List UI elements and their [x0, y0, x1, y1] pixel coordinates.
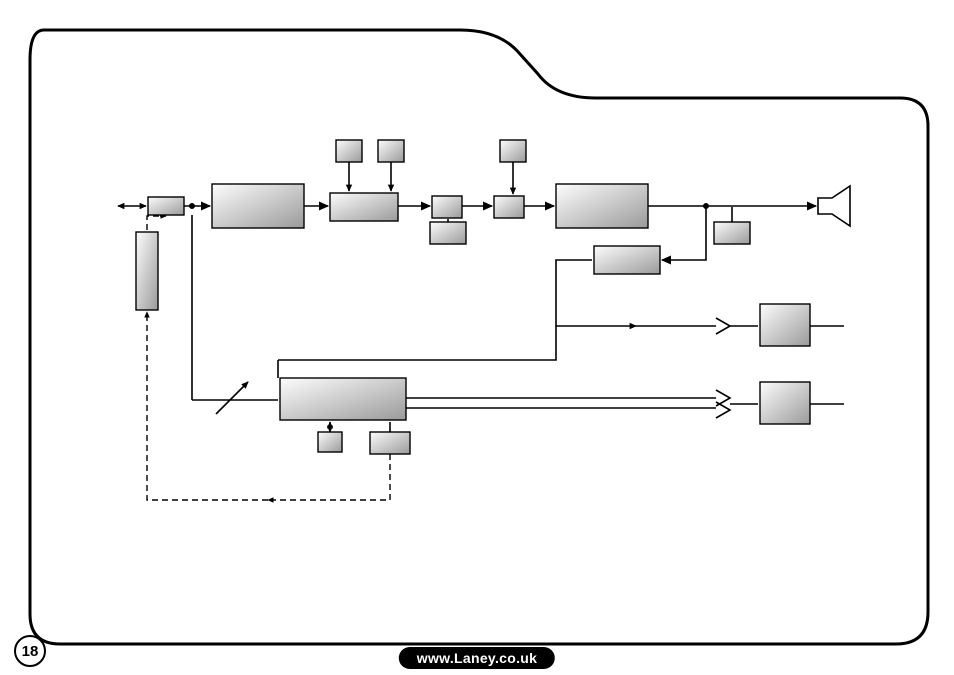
block-vert-return	[136, 232, 158, 310]
footer-url-pill: www.Laney.co.uk	[399, 647, 555, 669]
block-a-preamp	[212, 184, 304, 228]
footer-url: www.Laney.co.uk	[417, 650, 537, 666]
block-out-1	[760, 304, 810, 346]
block-c	[432, 196, 462, 218]
ctrl-bot-mid	[430, 222, 466, 244]
block-b-eq	[330, 193, 398, 221]
block-out-2	[760, 382, 810, 424]
ctrl-bot-e	[714, 222, 750, 244]
speaker-icon	[818, 186, 850, 226]
block-e-power	[556, 184, 648, 228]
ctrl-top-1	[336, 140, 362, 162]
ctrl-top-2	[378, 140, 404, 162]
page-number: 18	[22, 643, 39, 660]
diagram-canvas	[0, 0, 954, 675]
ctrl-send-2	[370, 432, 410, 454]
ctrl-top-3	[500, 140, 526, 162]
page-number-badge: 18	[14, 635, 46, 667]
block-send	[280, 378, 406, 420]
block-input-small	[148, 197, 184, 215]
block-d	[494, 196, 524, 218]
document-page: 18 www.Laney.co.uk	[0, 0, 954, 675]
ctrl-send-1	[318, 432, 342, 452]
block-driver	[594, 246, 660, 274]
